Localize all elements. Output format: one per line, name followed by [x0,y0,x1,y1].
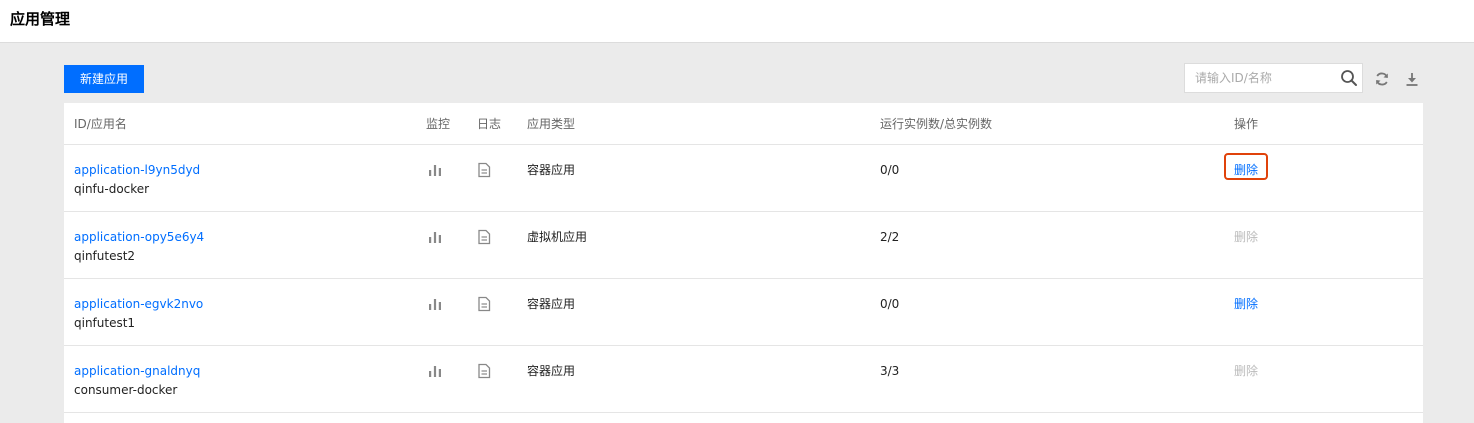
application-name: consumer-docker [74,383,178,397]
table-row: application-l9yn5dyd qinfu-docker 容器应用 0… [64,145,1423,212]
application-type: 容器应用 [527,297,576,311]
application-type: 容器应用 [527,364,576,378]
table-row: application-gnaldnyq consumer-docker 容器应… [64,346,1423,413]
download-icon[interactable] [1404,71,1420,87]
instance-count: 0/0 [880,163,900,177]
table-row: application-egvk2nvo qinfutest1 容器应用 0/0… [64,279,1423,346]
delete-button-disabled: 删除 [1234,230,1259,244]
application-table: ID/应用名 监控 日志 应用类型 运行实例数/总实例数 操作 applicat… [64,103,1423,423]
column-header-actions: 操作 [1234,117,1259,131]
instance-count: 3/3 [880,364,900,378]
application-id-link[interactable]: application-opy5e6y4 [74,228,204,246]
column-header-id: ID/应用名 [74,117,127,131]
delete-button[interactable]: 删除 [1234,161,1258,179]
instance-count: 2/2 [880,230,900,244]
document-icon[interactable] [476,229,492,245]
document-icon[interactable] [476,363,492,379]
application-type: 虚拟机应用 [527,230,588,244]
table-header: ID/应用名 监控 日志 应用类型 运行实例数/总实例数 操作 [64,103,1423,145]
bar-chart-icon[interactable] [427,363,443,379]
application-name: qinfutest2 [74,249,136,263]
bar-chart-icon[interactable] [427,229,443,245]
application-type: 容器应用 [527,163,576,177]
application-id-link[interactable]: application-gnaldnyq [74,362,200,380]
delete-button[interactable]: 删除 [1234,295,1258,313]
bar-chart-icon[interactable] [427,162,443,178]
delete-button-disabled: 删除 [1234,364,1259,378]
table-row: application-opy5e6y4 qinfutest2 虚拟机应用 2/… [64,212,1423,279]
column-header-type: 应用类型 [527,117,576,131]
application-name: qinfutest1 [74,316,136,330]
application-id-link[interactable]: application-egvk2nvo [74,295,203,313]
new-application-button[interactable]: 新建应用 [64,65,144,93]
page-title: 应用管理 [10,10,71,28]
search-box [1184,63,1363,93]
application-name: qinfu-docker [74,182,150,196]
instance-count: 0/0 [880,297,900,311]
refresh-icon[interactable] [1374,71,1390,87]
column-header-monitor: 监控 [426,117,451,131]
column-header-log: 日志 [477,117,502,131]
top-bar: 应用管理 [0,0,1474,43]
search-input[interactable] [1185,64,1345,92]
search-icon[interactable] [1340,69,1358,87]
application-id-link[interactable]: application-l9yn5dyd [74,161,200,179]
document-icon[interactable] [476,296,492,312]
document-icon[interactable] [476,162,492,178]
column-header-instances: 运行实例数/总实例数 [880,117,993,131]
bar-chart-icon[interactable] [427,296,443,312]
